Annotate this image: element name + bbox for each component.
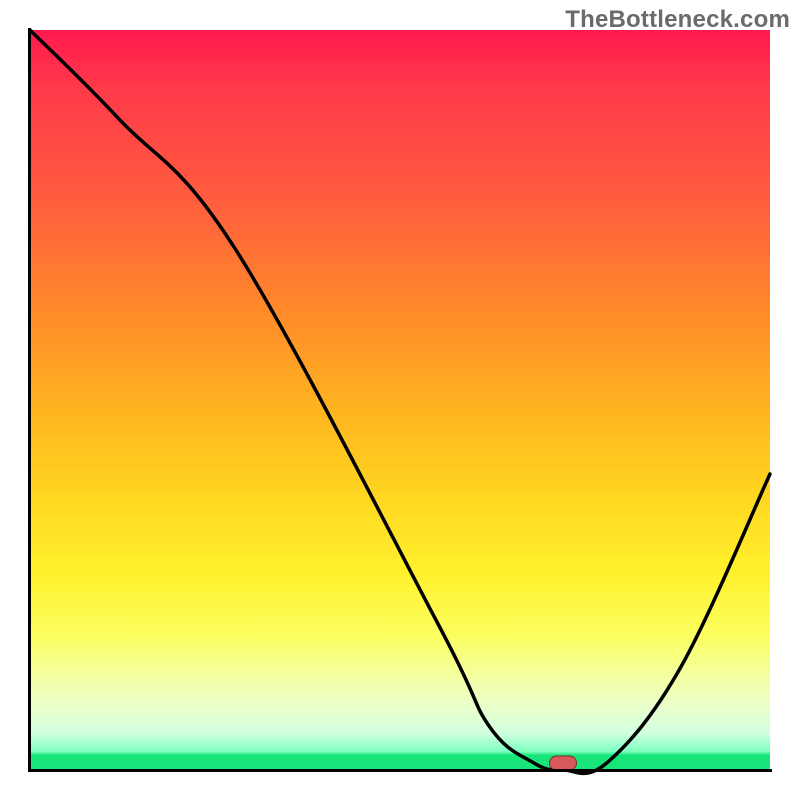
- watermark-text: TheBottleneck.com: [565, 6, 790, 34]
- y-axis: [28, 28, 31, 772]
- line-series: [30, 30, 770, 770]
- x-axis: [28, 769, 772, 772]
- bottleneck-curve-path: [30, 30, 770, 773]
- chart-stage: TheBottleneck.com: [0, 0, 800, 800]
- optimal-point-marker: [549, 755, 577, 770]
